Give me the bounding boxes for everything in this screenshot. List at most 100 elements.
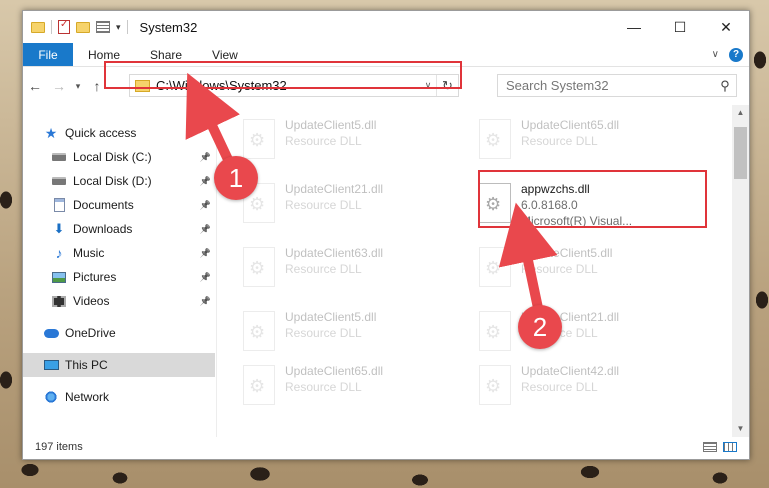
address-bar[interactable]: C:\Windows\System32 ∨ ↻ [129, 74, 459, 97]
dll-file-icon [243, 183, 275, 223]
tab-file[interactable]: File [23, 43, 73, 66]
refresh-icon[interactable]: ↻ [436, 75, 458, 96]
sidebar-item-this-pc[interactable]: This PC [23, 353, 215, 377]
file-name: appwzchs.dll [521, 182, 590, 196]
maximize-button[interactable]: ☐ [657, 11, 703, 43]
new-folder-icon[interactable] [76, 21, 90, 33]
sidebar-item-music[interactable]: ♪ Music 📌 [23, 241, 215, 265]
file-name: UpdateClient5.dll [285, 310, 377, 324]
sidebar-item-pictures[interactable]: Pictures 📌 [23, 265, 215, 289]
ribbon-tabs: File Home Share View ∨ ? [23, 43, 749, 67]
recent-locations-chevron-icon[interactable]: ▾ [71, 74, 85, 98]
sidebar-item-quick-access[interactable]: ★ Quick access [23, 121, 215, 145]
expand-ribbon-icon[interactable]: ∨ [712, 49, 719, 60]
file-list: UpdateClient5.dllResource DLLUpdateClien… [219, 105, 733, 437]
folder-icon[interactable] [31, 21, 45, 33]
help-icon[interactable]: ? [729, 47, 743, 62]
sidebar-item-label: This PC [65, 358, 108, 372]
dll-file-icon [479, 119, 511, 159]
back-arrow-icon[interactable]: ← [23, 74, 47, 98]
pin-icon[interactable]: 📌 [200, 176, 211, 187]
file-item[interactable]: UpdateClient5.dll Resource DLL [243, 111, 473, 171]
address-path[interactable]: C:\Windows\System32 [156, 78, 420, 93]
forward-arrow-icon[interactable]: → [47, 74, 71, 98]
sidebar-item-downloads[interactable]: ⬇ Downloads 📌 [23, 217, 215, 241]
search-input[interactable]: Search System32 [506, 78, 714, 93]
folder-icon [135, 79, 150, 92]
sidebar-item-label: Local Disk (C:) [73, 150, 152, 164]
sidebar-item-local-disk-d[interactable]: Local Disk (D:) 📌 [23, 169, 215, 193]
file-item[interactable]: UpdateClient63.dll Resource DLL [243, 239, 473, 299]
file-detail-line: Resource DLL [285, 326, 362, 340]
file-item[interactable]: UpdateClient21.dll Resource DLL [479, 303, 709, 363]
scrollbar-thumb[interactable] [734, 127, 747, 179]
view-options-icon[interactable] [96, 21, 110, 33]
pin-icon[interactable]: 📌 [200, 152, 211, 163]
file-detail-line: Resource DLL [521, 326, 598, 340]
pin-icon[interactable]: 📌 [200, 200, 211, 211]
toolbar-divider [51, 20, 52, 34]
sidebar-item-onedrive[interactable]: OneDrive [23, 321, 215, 345]
pc-icon [43, 358, 59, 372]
address-dropdown-icon[interactable]: ∨ [420, 80, 436, 91]
file-detail-line: Microsoft(R) Visual... [521, 214, 633, 228]
dll-file-icon [479, 247, 511, 287]
up-arrow-icon[interactable]: ↑ [85, 74, 109, 98]
tab-view[interactable]: View [197, 43, 253, 66]
file-name: UpdateClient21.dll [521, 310, 620, 324]
file-item[interactable]: UpdateClient42.dll Resource DLL [479, 357, 709, 417]
file-item[interactable]: UpdateClient65.dll Resource DLL [479, 111, 709, 171]
large-icons-view-icon[interactable] [723, 442, 737, 452]
pin-icon[interactable]: 📌 [200, 296, 211, 307]
file-item[interactable]: UpdateClient21.dll Resource DLL [243, 175, 473, 235]
minimize-button[interactable]: — [611, 11, 657, 43]
pin-icon[interactable]: 📌 [200, 224, 211, 235]
sidebar-item-label: Pictures [73, 270, 117, 284]
pin-icon[interactable]: 📌 [200, 248, 211, 259]
file-details: UpdateClient5.dll Resource DLL [285, 117, 376, 149]
file-detail-line: Resource DLL [285, 262, 362, 276]
vertical-scrollbar[interactable]: ▲ ▼ [732, 105, 749, 437]
file-explorer-window: ▾ System32 — ☐ ✕ File Home Share View ∨ … [22, 10, 750, 460]
file-detail-line: Resource DLL [521, 262, 598, 276]
details-view-icon[interactable] [703, 442, 717, 452]
dll-file-icon [243, 119, 275, 159]
file-name: UpdateClient5.dll [285, 118, 377, 132]
item-count: 197 items [35, 441, 83, 453]
documents-icon [51, 198, 67, 212]
properties-icon[interactable] [58, 19, 70, 34]
chevron-down-icon[interactable]: ▾ [116, 22, 121, 33]
sidebar-item-label: OneDrive [65, 326, 116, 340]
tab-home[interactable]: Home [73, 43, 135, 66]
toolbar-divider [126, 20, 128, 34]
videos-icon [51, 294, 67, 308]
file-details: UpdateClient5.dll Resource DLL [521, 245, 612, 277]
dll-file-icon [243, 247, 275, 287]
file-detail-line: Resource DLL [285, 198, 362, 212]
sidebar-item-local-disk-c[interactable]: Local Disk (C:) 📌 [23, 145, 215, 169]
file-name: UpdateClient65.dll [521, 118, 620, 132]
search-icon[interactable]: ⚲ [714, 78, 736, 94]
file-item[interactable]: appwzchs.dll 6.0.8168.0 Microsoft(R) Visua… [479, 175, 709, 235]
file-item[interactable]: UpdateClient5.dll Resource DLL [479, 239, 709, 299]
pin-icon[interactable]: 📌 [200, 272, 211, 283]
file-details: UpdateClient42.dll Resource DLL [521, 363, 619, 395]
music-icon: ♪ [55, 245, 63, 261]
tab-share[interactable]: Share [135, 43, 197, 66]
view-toggle [703, 442, 749, 452]
sidebar-item-label: Music [73, 246, 105, 260]
sidebar-item-documents[interactable]: Documents 📌 [23, 193, 215, 217]
file-item[interactable]: UpdateClient65.dll Resource DLL [243, 357, 473, 417]
scroll-up-icon[interactable]: ▲ [732, 105, 749, 121]
sidebar-item-videos[interactable]: Videos 📌 [23, 289, 215, 313]
window-controls: — ☐ ✕ [611, 11, 749, 43]
dll-file-icon [243, 311, 275, 351]
window-title: System32 [139, 19, 198, 35]
sidebar-item-network[interactable]: Network [23, 385, 215, 409]
status-bar: 197 items [23, 435, 749, 459]
close-button[interactable]: ✕ [703, 11, 749, 43]
search-box[interactable]: Search System32 ⚲ [497, 74, 737, 97]
ribbon-right: ∨ ? [712, 43, 749, 66]
drive-icon [51, 150, 67, 164]
file-item[interactable]: UpdateClient5.dll Resource DLL [243, 303, 473, 363]
